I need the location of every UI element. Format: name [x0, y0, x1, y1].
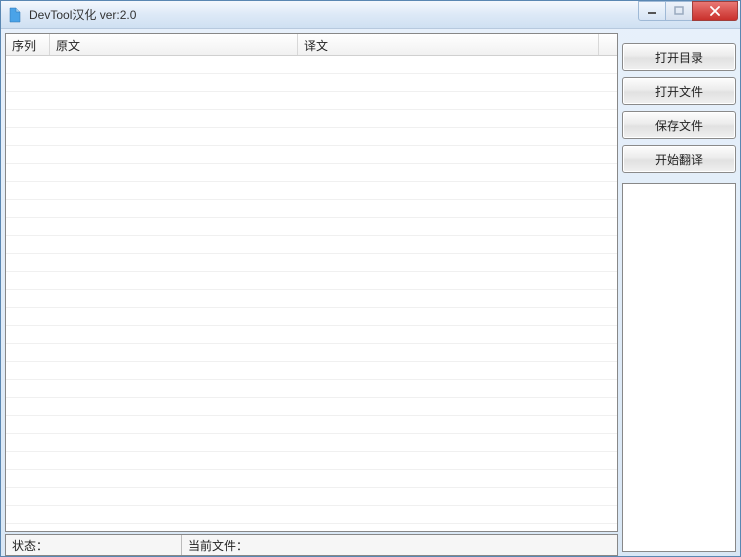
table-row[interactable]: [6, 74, 617, 92]
table-row[interactable]: [6, 380, 617, 398]
col-translated[interactable]: 译文: [298, 34, 599, 55]
listview-header: 序列 原文 译文: [6, 34, 617, 56]
table-row[interactable]: [6, 272, 617, 290]
col-original[interactable]: 原文: [50, 34, 298, 55]
table-row[interactable]: [6, 470, 617, 488]
side-panel: 打开目录 打开文件 保存文件 开始翻译: [622, 33, 736, 556]
app-window: DevTool汉化 ver:2.0 序列 原文 译文: [0, 0, 741, 557]
open-dir-button[interactable]: 打开目录: [622, 43, 736, 71]
status-file-label: 当前文件：: [188, 537, 248, 554]
minimize-button[interactable]: [638, 1, 666, 21]
save-file-button[interactable]: 保存文件: [622, 111, 736, 139]
table-row[interactable]: [6, 254, 617, 272]
table-row[interactable]: [6, 398, 617, 416]
close-button[interactable]: [692, 1, 738, 21]
open-file-button[interactable]: 打开文件: [622, 77, 736, 105]
table-row[interactable]: [6, 56, 617, 74]
log-box[interactable]: [622, 183, 736, 552]
table-row[interactable]: [6, 362, 617, 380]
col-spacer: [599, 34, 617, 55]
table-row[interactable]: [6, 524, 617, 531]
table-row[interactable]: [6, 290, 617, 308]
client-area: 序列 原文 译文 状态： 当前文件： 打开目录 打开文件: [1, 29, 740, 556]
table-row[interactable]: [6, 326, 617, 344]
table-row[interactable]: [6, 182, 617, 200]
table-row[interactable]: [6, 92, 617, 110]
status-current-file: 当前文件：: [182, 535, 617, 555]
table-row[interactable]: [6, 128, 617, 146]
col-seq[interactable]: 序列: [6, 34, 50, 55]
table-row[interactable]: [6, 200, 617, 218]
main-panel: 序列 原文 译文 状态： 当前文件：: [5, 33, 618, 556]
table-row[interactable]: [6, 110, 617, 128]
table-row[interactable]: [6, 146, 617, 164]
table-row[interactable]: [6, 434, 617, 452]
window-title: DevTool汉化 ver:2.0: [29, 6, 639, 23]
table-row[interactable]: [6, 416, 617, 434]
table-row[interactable]: [6, 344, 617, 362]
translation-listview[interactable]: 序列 原文 译文: [5, 33, 618, 532]
titlebar[interactable]: DevTool汉化 ver:2.0: [1, 1, 740, 29]
table-row[interactable]: [6, 452, 617, 470]
table-row[interactable]: [6, 164, 617, 182]
table-row[interactable]: [6, 308, 617, 326]
app-icon: [7, 7, 23, 23]
maximize-button[interactable]: [665, 1, 693, 21]
statusbar: 状态： 当前文件：: [5, 534, 618, 556]
window-controls: [639, 1, 738, 21]
start-translate-button[interactable]: 开始翻译: [622, 145, 736, 173]
table-row[interactable]: [6, 218, 617, 236]
table-row[interactable]: [6, 236, 617, 254]
status-state: 状态：: [6, 535, 182, 555]
listview-body[interactable]: [6, 56, 617, 531]
table-row[interactable]: [6, 506, 617, 524]
status-state-label: 状态：: [12, 537, 48, 554]
table-row[interactable]: [6, 488, 617, 506]
